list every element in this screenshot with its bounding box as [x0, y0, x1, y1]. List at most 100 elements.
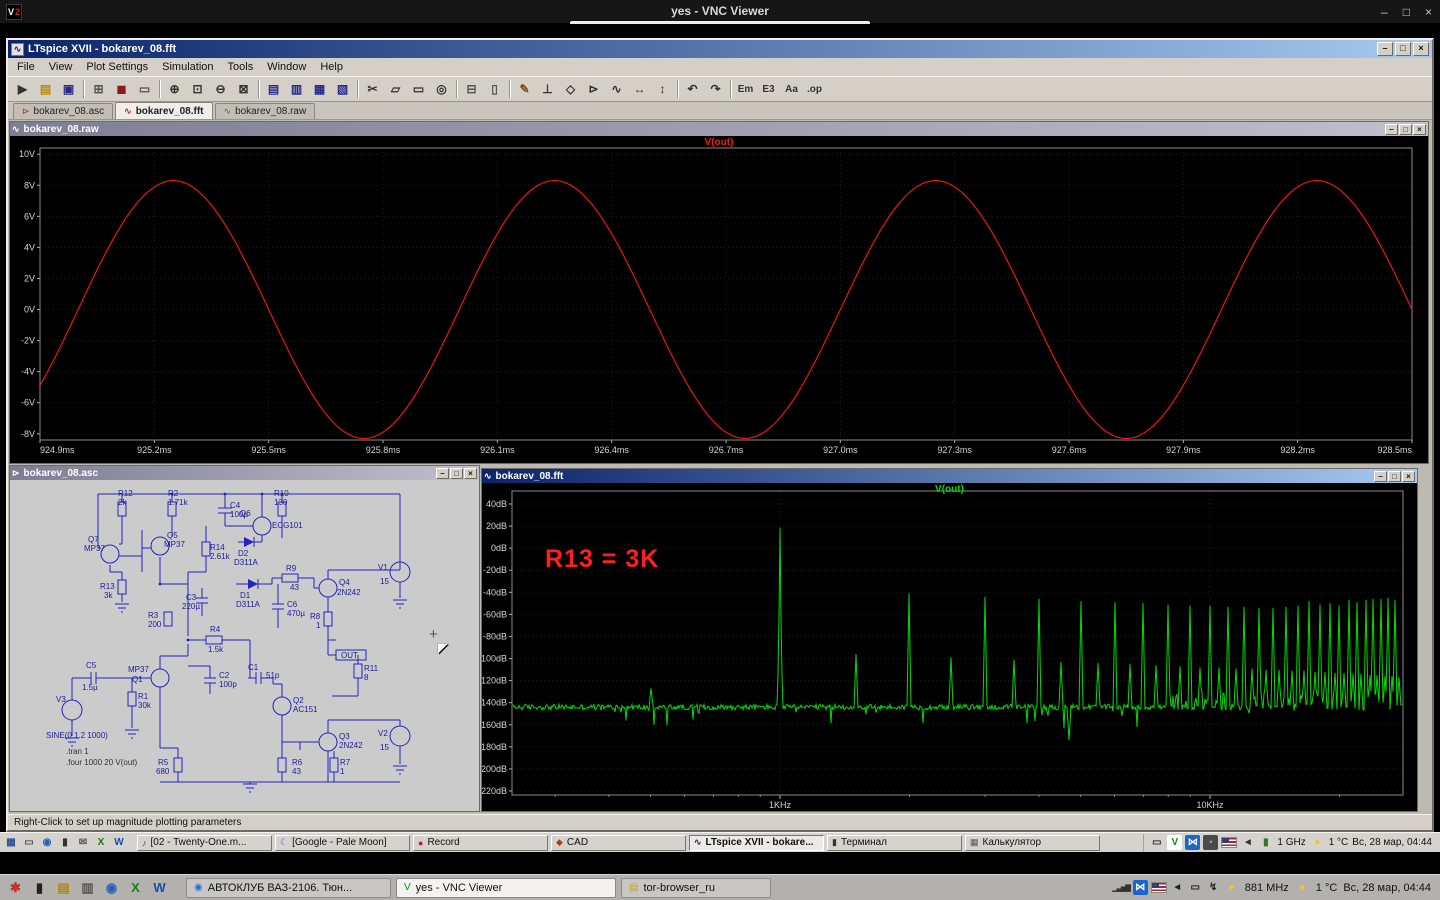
menu-simulation[interactable]: Simulation: [155, 59, 220, 75]
power-icon[interactable]: ↯: [1206, 880, 1221, 895]
schematic-label[interactable]: 8: [364, 674, 368, 682]
schematic-label[interactable]: MP37: [84, 545, 105, 553]
print-icon[interactable]: ⊟: [460, 78, 483, 100]
schematic-label[interactable]: V1: [378, 564, 388, 572]
vnc-minimize-button[interactable]: –: [1381, 5, 1388, 19]
transient-plot-area[interactable]: V(out) 924.9ms 925.2ms 925.5ms 925.8ms 926.1…: [10, 136, 1428, 463]
schematic-label[interactable]: OUT: [341, 652, 358, 660]
display-tray-icon[interactable]: ▭: [1188, 880, 1203, 895]
schematic-label[interactable]: R14: [210, 544, 225, 552]
calc-app-icon[interactable]: X: [125, 877, 146, 898]
temperature-readout[interactable]: 1 °C: [1316, 882, 1338, 894]
start-menu-icon[interactable]: ✱: [5, 877, 26, 898]
trace-label-vout[interactable]: V(out): [482, 484, 1417, 495]
minimize-icon[interactable]: –: [1374, 470, 1387, 482]
schematic-label[interactable]: 1.71k: [168, 499, 188, 507]
schematic-label[interactable]: C3: [186, 594, 196, 602]
schematic-label[interactable]: C5: [86, 662, 96, 670]
schematic-label[interactable]: 470µ: [287, 610, 305, 618]
app-menu-icon[interactable]: ▦: [3, 835, 19, 851]
rotate-icon[interactable]: Em: [734, 78, 757, 100]
writer-app-icon[interactable]: W: [111, 835, 127, 851]
zoom-region-icon[interactable]: ⊡: [186, 78, 209, 100]
schematic-label[interactable]: Q1: [132, 676, 143, 684]
schematic-label[interactable]: 200: [148, 621, 161, 629]
schematic-label[interactable]: C2: [219, 672, 229, 680]
spice-directive-text[interactable]: .four 1000 20 V(out): [66, 759, 137, 767]
task-ltspice[interactable]: ∿ LTspice XVII - bokare...: [689, 834, 824, 851]
text-icon[interactable]: Aa: [780, 78, 803, 100]
menu-plot-settings[interactable]: Plot Settings: [79, 59, 155, 75]
schematic-label[interactable]: D2: [238, 550, 248, 558]
zoom-in-icon[interactable]: ⊕: [163, 78, 186, 100]
schematic-label[interactable]: R11: [364, 665, 378, 673]
maximize-icon[interactable]: □: [1388, 470, 1401, 482]
tab-raw[interactable]: ∿ bokarev_08.raw: [214, 103, 316, 119]
schematic-label[interactable]: C1: [248, 664, 258, 672]
cpu-frequency[interactable]: 1 GHz: [1277, 837, 1305, 848]
schematic-label[interactable]: C4: [230, 502, 240, 510]
schematic-label[interactable]: 1: [316, 622, 320, 630]
ltspice-close-button[interactable]: ×: [1413, 42, 1429, 56]
maximize-icon[interactable]: □: [1399, 123, 1412, 135]
schematic-label[interactable]: 130: [274, 499, 287, 507]
tab-asc[interactable]: ⊳ bokarev_08.asc: [13, 103, 114, 119]
schematic-label[interactable]: 2N242: [339, 742, 363, 750]
drag-icon[interactable]: ↕: [651, 78, 674, 100]
schematic-label[interactable]: 3k: [104, 592, 112, 600]
ltspice-titlebar[interactable]: ∿ LTspice XVII - bokarev_08.fft – □ ×: [8, 40, 1432, 58]
redo-icon[interactable]: ↷: [704, 78, 727, 100]
schematic-label[interactable]: 680: [156, 768, 169, 776]
browser-icon[interactable]: ◉: [39, 835, 55, 851]
display-tray-icon[interactable]: ▭: [1149, 835, 1164, 850]
schematic-label[interactable]: AC151: [293, 706, 317, 714]
schematic-label[interactable]: R8: [310, 613, 320, 621]
save-icon[interactable]: ▣: [57, 78, 80, 100]
volume-icon[interactable]: ◄: [1170, 880, 1185, 895]
power-icon[interactable]: ▮: [1258, 835, 1273, 850]
schematic-label[interactable]: 43: [290, 584, 299, 592]
clock[interactable]: Вс, 28 мар, 04:44: [1352, 837, 1432, 848]
ltspice-minimize-button[interactable]: –: [1377, 42, 1393, 56]
schematic-label[interactable]: 15: [380, 744, 389, 752]
schematic-label[interactable]: 2N242: [337, 589, 361, 597]
fft-window-titlebar[interactable]: ∿ bokarev_08.fft – □ ×: [482, 469, 1417, 483]
task-cad[interactable]: ◆ CAD: [551, 834, 686, 851]
schematic-label[interactable]: R1: [138, 693, 148, 701]
vnc-close-button[interactable]: ×: [1425, 5, 1432, 19]
fft-plot-area[interactable]: V(out) R13 = 3K 40dB 20dB 0dB -20dB -40dB -60…: [482, 483, 1417, 811]
ground-icon[interactable]: ⊥: [536, 78, 559, 100]
task-pale-moon[interactable]: ☾ [Google - Pale Moon]: [275, 834, 410, 851]
menu-file[interactable]: File: [10, 59, 42, 75]
schematic-label[interactable]: 1: [340, 768, 344, 776]
schematic-label[interactable]: V3: [56, 696, 66, 704]
schematic-label[interactable]: 43: [292, 768, 301, 776]
autorange-icon[interactable]: ▭: [133, 78, 156, 100]
schematic-label[interactable]: R2: [168, 490, 178, 498]
schematic-label[interactable]: D311A: [236, 601, 260, 609]
task-music-player[interactable]: ♪ [02 - Twenty-One.m...: [137, 834, 272, 851]
spice-directive-text[interactable]: .tran 1: [66, 748, 89, 756]
maximize-icon[interactable]: □: [450, 467, 463, 479]
task-terminal[interactable]: ▮ Терминал: [827, 834, 962, 851]
calc-app-icon[interactable]: X: [93, 835, 109, 851]
clock[interactable]: Вс, 28 мар, 04:44: [1343, 882, 1431, 894]
keyboard-layout-flag-icon[interactable]: [1150, 882, 1167, 893]
screenshot-icon[interactable]: ▥: [77, 877, 98, 898]
temperature-readout[interactable]: 1 °C: [1329, 837, 1349, 848]
copy-icon[interactable]: ▱: [384, 78, 407, 100]
schematic-label[interactable]: 51p: [266, 672, 279, 680]
vnc-maximize-button[interactable]: □: [1403, 5, 1410, 19]
schematic-label[interactable]: 2.61k: [210, 553, 230, 561]
diode-icon[interactable]: ⊳: [582, 78, 605, 100]
component-icon[interactable]: ∿: [605, 78, 628, 100]
terminal-icon[interactable]: ▮: [29, 877, 50, 898]
task-vnc-viewer[interactable]: Vyes - VNC Viewer: [396, 877, 616, 898]
schematic-label[interactable]: C6: [287, 601, 297, 609]
browser-icon[interactable]: ◉: [101, 877, 122, 898]
brightness-icon[interactable]: ●: [1224, 880, 1239, 895]
net-label-icon[interactable]: ◇: [559, 78, 582, 100]
close-icon[interactable]: ×: [464, 467, 477, 479]
tile-vertical-icon[interactable]: ▧: [331, 78, 354, 100]
task-tor-browser[interactable]: ▤ tor-browser_ru: [621, 877, 771, 898]
